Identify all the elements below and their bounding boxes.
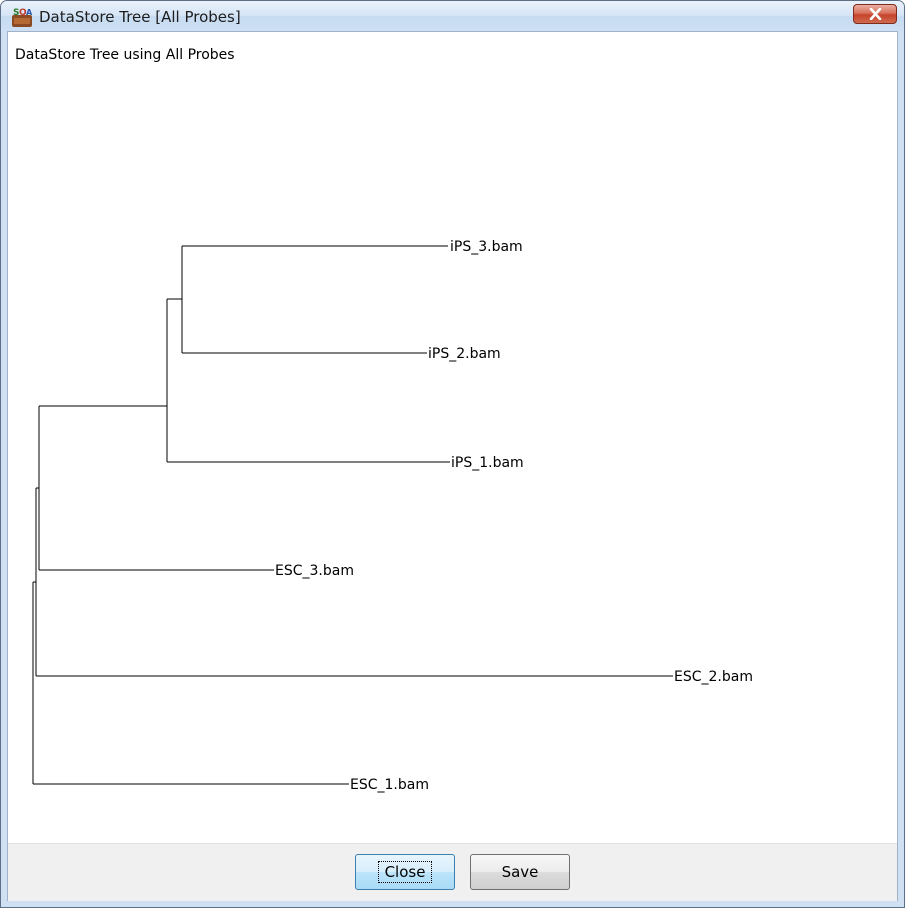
- window-title: DataStore Tree [All Probes]: [39, 8, 241, 26]
- datastore-tree: iPS_3.bam iPS_2.bam iPS_1.bam ESC_3.bam …: [32, 239, 753, 793]
- save-button[interactable]: Save: [470, 854, 570, 890]
- leaf-label-esc2: ESC_2.bam: [674, 669, 753, 685]
- close-button[interactable]: Close: [355, 854, 455, 890]
- leaf-label-ips2: iPS_2.bam: [428, 346, 501, 362]
- leaf-label-ips3: iPS_3.bam: [450, 239, 523, 255]
- dialog-window: S Q A DataStore Tree [All Probes] DataSt…: [0, 0, 905, 908]
- title-bar[interactable]: S Q A DataStore Tree [All Probes]: [1, 1, 904, 31]
- leaf-label-esc1: ESC_1.bam: [350, 777, 429, 793]
- app-icon: S Q A: [12, 8, 33, 27]
- save-button-label: Save: [501, 863, 539, 881]
- window-close-button[interactable]: [853, 4, 897, 24]
- svg-text:A: A: [26, 8, 33, 17]
- leaf-label-ips1: iPS_1.bam: [451, 455, 524, 471]
- close-button-label: Close: [377, 861, 433, 883]
- button-bar: Close Save: [8, 843, 897, 901]
- leaf-label-esc3: ESC_3.bam: [275, 563, 354, 579]
- close-icon: [869, 8, 882, 20]
